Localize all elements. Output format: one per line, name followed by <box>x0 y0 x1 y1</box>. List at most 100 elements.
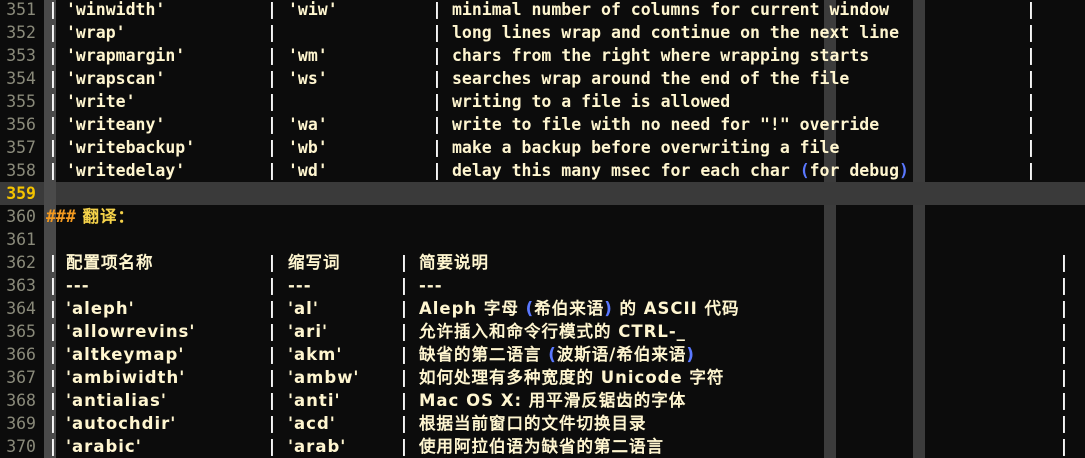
description-text: delay this many msec for each char <box>452 161 800 180</box>
option-name: 'writebackup' <box>66 138 196 157</box>
description-text: 缺省的第二语言 <box>419 345 549 364</box>
paren-mark: ) <box>899 161 909 180</box>
gutter-separator <box>44 182 56 205</box>
buffer-line[interactable]: 361 <box>0 228 1085 251</box>
table-pipe: | <box>1026 46 1036 65</box>
paren-mark: ( <box>525 299 535 318</box>
buffer-line[interactable]: 367 | | | | 'ambiwidth' 'ambw' 如何处理有多种宽度的 Unico… <box>0 366 1085 389</box>
option-name: 'altkeymap' <box>66 345 185 364</box>
option-description: 允许插入和命令行模式的 CTRL-_ <box>419 322 686 341</box>
line-number: 351 <box>6 0 36 19</box>
option-name: 配置项名称 <box>66 253 154 272</box>
buffer-line[interactable]: 358 | | | | 'writedelay' 'wd' delay this many m… <box>0 159 1085 182</box>
buffer-line[interactable]: 364 | | | | 'aleph' 'al' Aleph 字母 (希伯来语) 的 ASCI… <box>0 297 1085 320</box>
buffer-line[interactable]: 351 | | | | 'winwidth' 'wiw' minimal number of … <box>0 0 1085 21</box>
option-description: Mac OS X: 用平滑反锯齿的字体 <box>419 391 687 410</box>
option-abbrev: 'acd' <box>288 414 336 433</box>
table-pipe: | <box>399 299 409 318</box>
table-pipe: | <box>267 115 277 134</box>
table-pipe: | <box>48 115 58 134</box>
cursor-line[interactable]: 359 <box>0 182 1085 205</box>
table-pipe: | <box>432 46 442 65</box>
option-description: 简要说明 <box>419 253 489 272</box>
table-pipe: | <box>399 253 409 272</box>
table-pipe: | <box>48 299 58 318</box>
option-abbrev: 'wm' <box>288 46 328 65</box>
option-description: --- <box>419 276 443 295</box>
option-abbrev: 'ari' <box>288 322 329 341</box>
option-description: 使用阿拉伯语为缺省的第二语言 <box>419 437 664 456</box>
option-abbrev: 'ws' <box>288 69 328 88</box>
table-pipe: | <box>48 69 58 88</box>
line-number: 367 <box>6 368 36 387</box>
vim-editor[interactable]: 351 | | | | 'winwidth' 'wiw' minimal number of … <box>0 0 1085 458</box>
table-pipe: | <box>399 322 409 341</box>
table-pipe: | <box>267 69 277 88</box>
buffer-line[interactable]: 366 | | | | 'altkeymap' 'akm' 缺省的第二语言 (波斯语/希伯来语… <box>0 343 1085 366</box>
option-name: 'write' <box>66 92 136 111</box>
table-pipe: | <box>399 345 409 364</box>
line-number: 356 <box>6 115 36 134</box>
option-abbrev: 'al' <box>288 299 319 318</box>
option-abbrev: 'arab' <box>288 437 347 456</box>
table-pipe: | <box>1026 138 1036 157</box>
option-name: 'ambiwidth' <box>66 368 186 387</box>
table-pipe: | <box>399 276 409 295</box>
table-pipe: | <box>432 92 442 111</box>
buffer-line[interactable]: 352 | | | | 'wrap' long lines wrap and continu… <box>0 21 1085 44</box>
table-pipe: | <box>1059 391 1069 410</box>
buffer-line[interactable]: 354 | | | | 'wrapscan' 'ws' searches wrap aroun… <box>0 67 1085 90</box>
table-pipe: | <box>48 138 58 157</box>
option-abbrev: 'anti' <box>288 391 341 410</box>
table-pipe: | <box>267 368 277 387</box>
table-pipe: | <box>1026 23 1036 42</box>
table-pipe: | <box>1059 345 1069 364</box>
line-number: 362 <box>6 253 36 272</box>
buffer-line[interactable]: 362 | | | | 配置项名称 缩写词 简要说明 <box>0 251 1085 274</box>
option-description: 根据当前窗口的文件切换目录 <box>419 414 647 433</box>
table-pipe: | <box>267 46 277 65</box>
option-name: 'allowrevins' <box>66 322 196 341</box>
buffer-line[interactable]: 363 | | | | --- --- --- <box>0 274 1085 297</box>
option-description: searches wrap around the end of the file <box>452 69 850 88</box>
table-pipe: | <box>399 368 409 387</box>
line-number: 352 <box>6 23 36 42</box>
option-name: 'wrapmargin' <box>66 46 186 65</box>
table-pipe: | <box>399 437 409 456</box>
table-pipe: | <box>1059 276 1069 295</box>
table-pipe: | <box>1026 161 1036 180</box>
table-pipe: | <box>48 322 58 341</box>
heading-title: 翻译： <box>75 207 136 226</box>
buffer-line[interactable]: 357 | | | | 'writebackup' 'wb' make a backup be… <box>0 136 1085 159</box>
option-description: writing to a file is allowed <box>452 92 731 111</box>
buffer-line[interactable]: 370 | | | | 'arabic' 'arab' 使用阿拉伯语为缺省的第二语言 <box>0 435 1085 458</box>
option-name: 'writeany' <box>66 115 166 134</box>
buffer-line[interactable]: 368 | | | | 'antialias' 'anti' Mac OS X: 用平滑反锯齿… <box>0 389 1085 412</box>
option-name: 'wrap' <box>66 23 126 42</box>
table-pipe: | <box>432 115 442 134</box>
option-description: 缺省的第二语言 (波斯语/希伯来语) <box>419 343 695 366</box>
buffer-line[interactable]: 355 | | | | 'write' writing to a file is allow… <box>0 90 1085 113</box>
option-abbrev: 'wa' <box>288 115 328 134</box>
option-name: 'winwidth' <box>66 0 166 19</box>
buffer-line[interactable]: 365 | | | | 'allowrevins' 'ari' 允许插入和命令行模式的 CTR… <box>0 320 1085 343</box>
buffer-line[interactable]: 360 ### 翻译： <box>0 205 1085 228</box>
line-number: 363 <box>6 276 36 295</box>
buffer-line[interactable]: 356 | | | | 'writeany' 'wa' write to file with … <box>0 113 1085 136</box>
option-description: Aleph 字母 (希伯来语) 的 ASCII 代码 <box>419 297 740 320</box>
option-description: 如何处理有多种宽度的 Unicode 字符 <box>419 368 725 387</box>
option-name: --- <box>66 276 90 295</box>
buffer-line[interactable]: 369 | | | | 'autochdir' 'acd' 根据当前窗口的文件切换目录 <box>0 412 1085 435</box>
description-text: Aleph 字母 <box>419 299 526 318</box>
table-pipe: | <box>48 437 58 456</box>
description-text: for debug <box>809 161 900 180</box>
line-number: 366 <box>6 345 36 364</box>
table-pipe: | <box>267 138 277 157</box>
table-pipe: | <box>1059 322 1069 341</box>
option-abbrev: 'wb' <box>288 138 328 157</box>
table-pipe: | <box>267 161 277 180</box>
table-pipe: | <box>1026 69 1036 88</box>
table-pipe: | <box>267 253 277 272</box>
buffer-lines[interactable]: 351 | | | | 'winwidth' 'wiw' minimal number of … <box>0 0 1085 458</box>
buffer-line[interactable]: 353 | | | | 'wrapmargin' 'wm' chars from the ri… <box>0 44 1085 67</box>
